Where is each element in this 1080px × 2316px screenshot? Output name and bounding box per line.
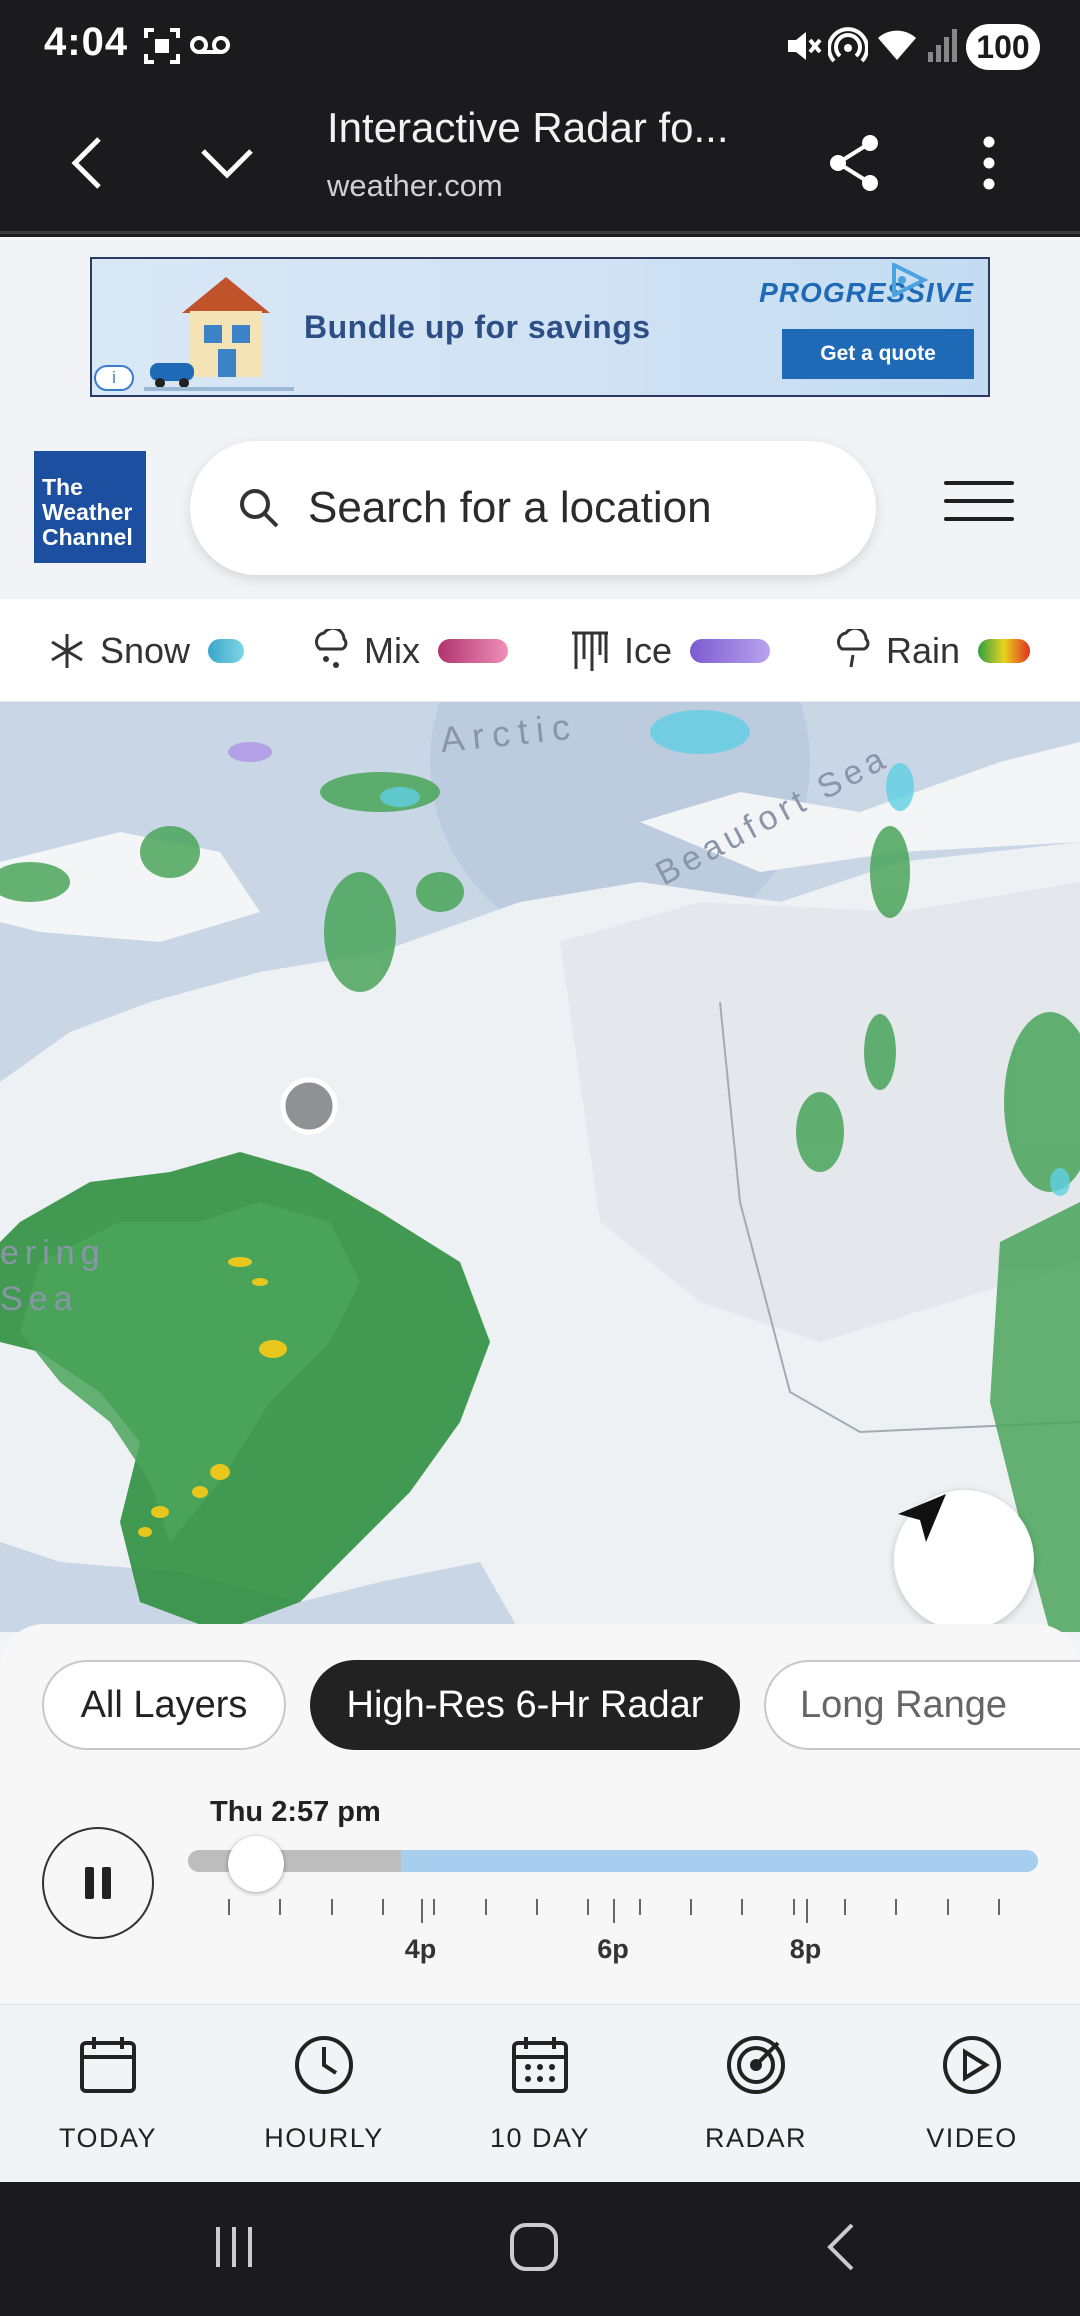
ice-icon	[572, 631, 608, 671]
site-header: The Weather Channel Search for a locatio…	[0, 417, 1080, 599]
clock-icon	[295, 2036, 353, 2094]
timeline-tick	[895, 1899, 898, 1915]
twc-logo[interactable]: The Weather Channel	[34, 451, 146, 563]
wifi-icon	[876, 26, 918, 67]
tab-video[interactable]: VIDEO	[864, 2005, 1080, 2182]
battery-level: 100	[966, 24, 1040, 70]
back-chevron-icon	[827, 2223, 854, 2271]
signal-icon	[926, 26, 960, 67]
radar-icon	[727, 2036, 785, 2094]
my-location-button[interactable]	[894, 1490, 1034, 1630]
tab-today[interactable]: TODAY	[0, 2005, 216, 2182]
search-icon	[240, 489, 279, 528]
radar-map[interactable]: Arctic Beaufort Sea ering Sea	[0, 702, 1080, 1632]
mix-precip-icon	[315, 629, 348, 668]
menu-icon[interactable]	[944, 481, 1014, 535]
radar-controls-panel: All Layers High-Res 6-Hr Radar Long Rang…	[0, 1624, 1080, 2004]
page-title: Interactive Radar fo...	[327, 104, 729, 151]
status-time: 4:04	[44, 20, 129, 64]
browser-toolbar: Interactive Radar fo... weather.com	[0, 92, 1080, 234]
calendar-icon	[80, 2037, 136, 2093]
adchoices-icon[interactable]	[888, 261, 929, 299]
layer-pill-long-range[interactable]: Long Range	[764, 1660, 1080, 1750]
mute-icon	[784, 26, 822, 71]
timeline-major-tick	[420, 1899, 423, 1923]
play-circle-icon	[943, 2036, 1001, 2094]
tab-hourly[interactable]: HOURLY	[216, 2005, 432, 2182]
timeline-tick-label: 6p	[597, 1934, 629, 1964]
timeline-tick	[228, 1899, 230, 1915]
pause-button[interactable]	[42, 1827, 154, 1939]
layer-pill-high-res-radar[interactable]: High-Res 6-Hr Radar	[310, 1660, 740, 1750]
timeline-current-time: Thu 2:57 pm	[210, 1796, 381, 1828]
timeline-tick	[330, 1899, 333, 1915]
timeline-tick	[587, 1899, 590, 1915]
layer-pill-all-layers[interactable]: All Layers	[42, 1660, 286, 1750]
pause-icon	[85, 1867, 111, 1899]
system-back-button[interactable]	[790, 2212, 890, 2282]
voicemail-icon	[190, 34, 230, 61]
legend-item-snow: Snow	[48, 625, 245, 677]
timeline-tick	[844, 1899, 846, 1915]
timeline-tick-label: 8p	[789, 1934, 822, 1964]
timeline-major-tick	[613, 1899, 615, 1923]
snowflake-icon	[51, 634, 83, 668]
bottom-tab-bar: TODAY HOURLY 10 DAY RADAR VIDEO	[0, 2004, 1080, 2182]
legend-item-ice: Ice	[570, 625, 771, 677]
calendar-grid-icon	[512, 2037, 568, 2093]
page-url: weather.com	[327, 168, 503, 203]
timeline-track[interactable]	[188, 1850, 1038, 1872]
timeline-tick	[690, 1899, 692, 1915]
more-options-button[interactable]	[944, 118, 1034, 208]
legend-item-mix: Mix	[312, 625, 508, 677]
system-nav-bar	[0, 2182, 1080, 2316]
recent-apps-icon	[216, 2227, 252, 2267]
timeline-tick	[741, 1899, 744, 1915]
share-button[interactable]	[810, 118, 900, 208]
collapse-button[interactable]	[182, 118, 272, 208]
timeline-tick	[998, 1899, 1000, 1915]
timeline-tick	[484, 1899, 487, 1915]
location-arrow-icon	[898, 1494, 946, 1542]
legend-item-rain: Rain	[834, 625, 1031, 677]
house-illustration	[144, 277, 294, 391]
timeline-tick	[946, 1899, 949, 1915]
back-button[interactable]	[42, 118, 132, 208]
timeline-scrubber[interactable]	[228, 1836, 284, 1892]
ad-info-badge[interactable]: i	[94, 365, 134, 391]
timeline-major-tick	[805, 1899, 808, 1923]
home-button[interactable]	[484, 2212, 584, 2282]
home-icon	[510, 2223, 558, 2271]
legend-swatch-ice	[690, 639, 771, 663]
timeline-tick	[382, 1899, 384, 1915]
legend-swatch-snow	[208, 639, 245, 663]
status-bar: 4:04 100	[0, 0, 1080, 92]
ad-area: Bundle up for savings PROGRESSIVE Get a …	[0, 237, 1080, 417]
ad-cta-button[interactable]: Get a quote	[782, 329, 974, 379]
screenshot-icon	[142, 26, 182, 71]
ad-brand: PROGRESSIVE	[759, 277, 974, 308]
rain-icon	[837, 629, 870, 668]
map-label-bering-1: ering	[0, 1234, 106, 1272]
timeline-elapsed	[188, 1850, 401, 1872]
ad-headline: Bundle up for savings	[304, 309, 651, 345]
precip-legend: Snow Mix Ice Rain	[0, 599, 1080, 702]
location-search-input[interactable]: Search for a location	[190, 441, 876, 575]
timeline-tick	[792, 1899, 795, 1915]
timeline-tick	[279, 1899, 282, 1915]
search-placeholder: Search for a location	[308, 483, 712, 532]
timeline-tick	[536, 1899, 538, 1915]
timeline-tick	[433, 1899, 436, 1915]
timeline-tick-label: 4p	[404, 1934, 437, 1964]
tab-10-day[interactable]: 10 DAY	[432, 2005, 648, 2182]
hotspot-icon	[827, 26, 869, 71]
legend-swatch-mix	[438, 639, 508, 663]
map-label-bering-2: Sea	[0, 1280, 79, 1318]
web-page: Bundle up for savings PROGRESSIVE Get a …	[0, 237, 1080, 2182]
ad-banner[interactable]: Bundle up for savings PROGRESSIVE Get a …	[90, 257, 990, 397]
recent-apps-button[interactable]	[184, 2212, 284, 2282]
legend-swatch-rain	[978, 639, 1031, 663]
timeline-tick	[638, 1899, 641, 1915]
tab-radar[interactable]: RADAR	[648, 2005, 864, 2182]
